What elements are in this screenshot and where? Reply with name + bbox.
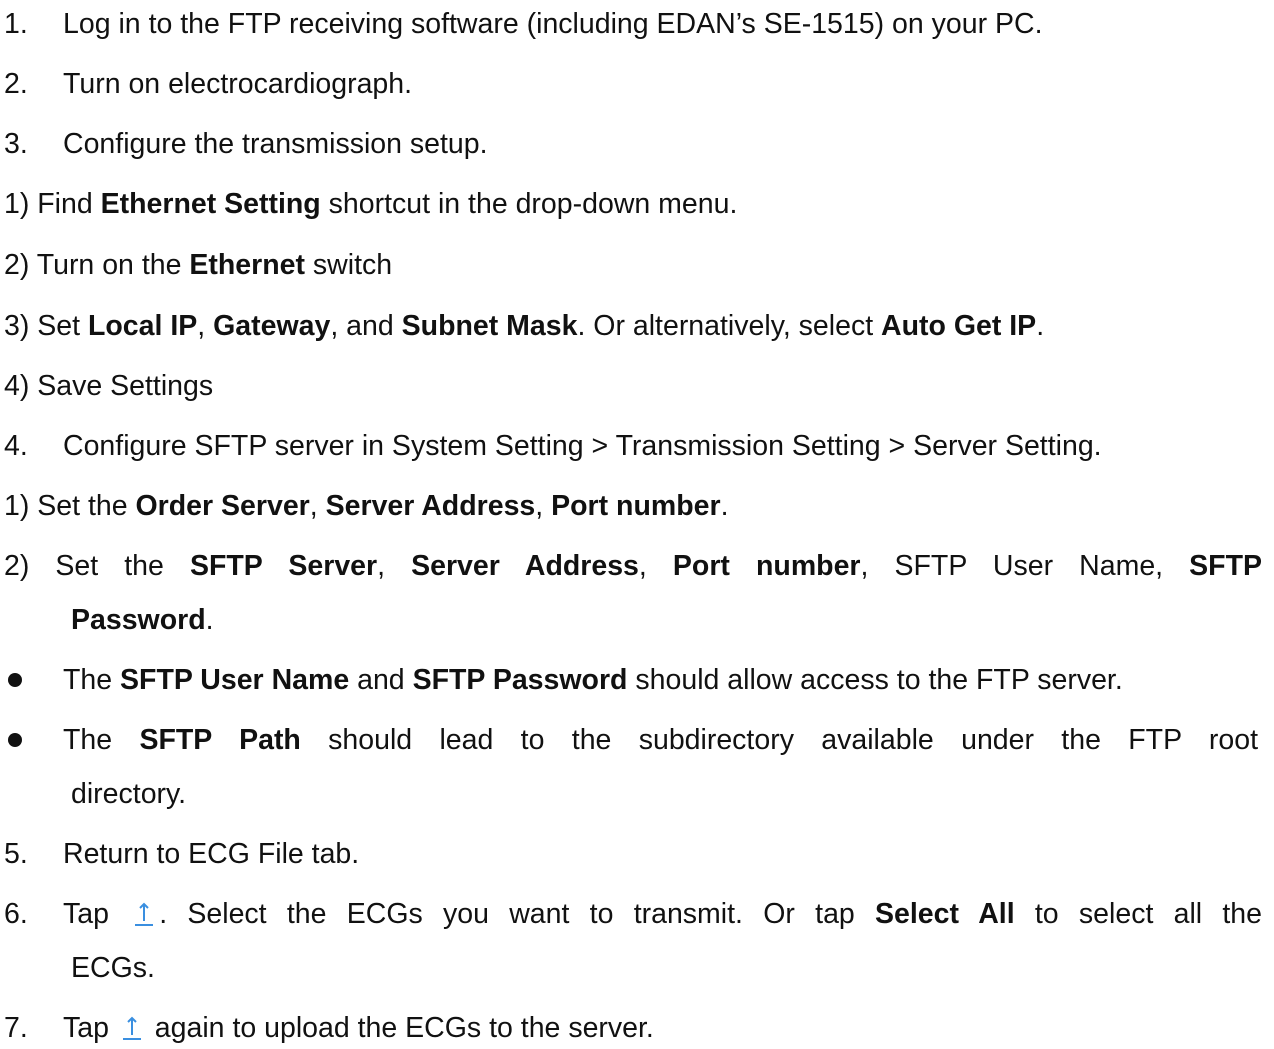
step-number: 4. — [4, 430, 28, 462]
ui-term: Port number — [672, 550, 861, 582]
step-number: 1. — [4, 8, 28, 40]
ui-term: Port number — [551, 490, 721, 522]
substep-text: 2) Set the — [4, 550, 190, 582]
substep-text: , — [197, 310, 214, 342]
step-number: 6. — [4, 898, 28, 930]
substep-text: . — [1036, 310, 1045, 342]
ui-term: Order Server — [135, 490, 310, 522]
substep-4-1: 1) Set the Order Server, Server Address,… — [4, 489, 1270, 523]
step-text: Return to ECG File tab. — [63, 838, 360, 870]
step-6-continued: ECGs. — [71, 951, 155, 985]
ui-term: SFTP — [1189, 550, 1263, 582]
substep-text: 1) Find — [4, 188, 101, 220]
step-text: Configure SFTP server in System Setting … — [63, 430, 1102, 462]
upload-icon — [133, 901, 155, 935]
step-text: Configure the transmission setup. — [63, 128, 488, 160]
substep-3-4: 4) Save Settings — [4, 369, 1270, 403]
substep-text: . Or alternatively, select — [577, 310, 882, 342]
step-number: 2. — [4, 68, 28, 100]
bullet-icon — [8, 673, 22, 687]
ui-term: Local IP — [87, 310, 198, 342]
substep-3-3: 3) Set Local IP, Gateway, and Subnet Mas… — [4, 309, 1270, 343]
substep-3-2: 2) Turn on the Ethernet switch — [4, 248, 1270, 282]
substep-text: 2) Turn on the — [4, 249, 190, 281]
ui-term: Ethernet — [189, 249, 305, 281]
substep-text: 1) Set the — [4, 490, 136, 522]
bullet-text: directory. — [71, 778, 187, 810]
step-text: Turn on electrocardiograph. — [63, 68, 413, 100]
step-text: Tap . Select the ECGs you want to transm… — [63, 897, 1262, 935]
ui-term: Subnet Mask — [401, 310, 578, 342]
substep-text: , — [377, 550, 412, 582]
bullet-icon — [8, 733, 22, 747]
substep-4-2: 2) Set the SFTP Server, Server Address , … — [4, 549, 1262, 583]
step-number: 5. — [4, 838, 28, 870]
substep-text: , SFTP User Name, — [860, 550, 1190, 582]
step-text: Tap again to upload the ECGs to the serv… — [63, 1011, 654, 1049]
step-number: 7. — [4, 1012, 28, 1044]
ui-term: Auto Get IP — [881, 310, 1037, 342]
ui-term: Password — [71, 604, 206, 636]
substep-text: , — [309, 490, 326, 522]
document-page: 1. Log in to the FTP receiving software … — [0, 0, 1274, 1044]
ui-term: Server Address — [325, 490, 536, 522]
substep-text: shortcut in the drop-down menu. — [320, 188, 738, 220]
bullet-text: The SFTP Path should lead to the subdire… — [63, 724, 1258, 756]
ui-term: SFTP Server — [189, 550, 378, 582]
substep-text: 4) Save Settings — [4, 370, 214, 402]
substep-text: , — [535, 490, 552, 522]
substep-text: switch — [304, 249, 393, 281]
bullet-item-2-continued: directory. — [71, 777, 186, 811]
step-text: Log in to the FTP receiving software (in… — [63, 8, 1043, 40]
substep-text: . — [205, 604, 214, 636]
ui-term: Gateway — [213, 310, 331, 342]
substep-3-1: 1) Find Ethernet Setting shortcut in the… — [4, 187, 1270, 221]
ui-term: Ethernet Setting — [100, 188, 321, 220]
step-number: 3. — [4, 128, 28, 160]
bullet-text: The SFTP User Name and SFTP Password sho… — [63, 664, 1123, 696]
ui-term: Server Address — [411, 550, 639, 582]
substep-text: , and — [330, 310, 402, 342]
upload-icon — [121, 1015, 143, 1049]
substep-text: 3) Set — [4, 310, 88, 342]
substep-text: . — [720, 490, 729, 522]
substep-text: , — [638, 550, 673, 582]
step-text: ECGs. — [71, 952, 155, 984]
substep-4-2-continued: Password. — [71, 603, 214, 637]
